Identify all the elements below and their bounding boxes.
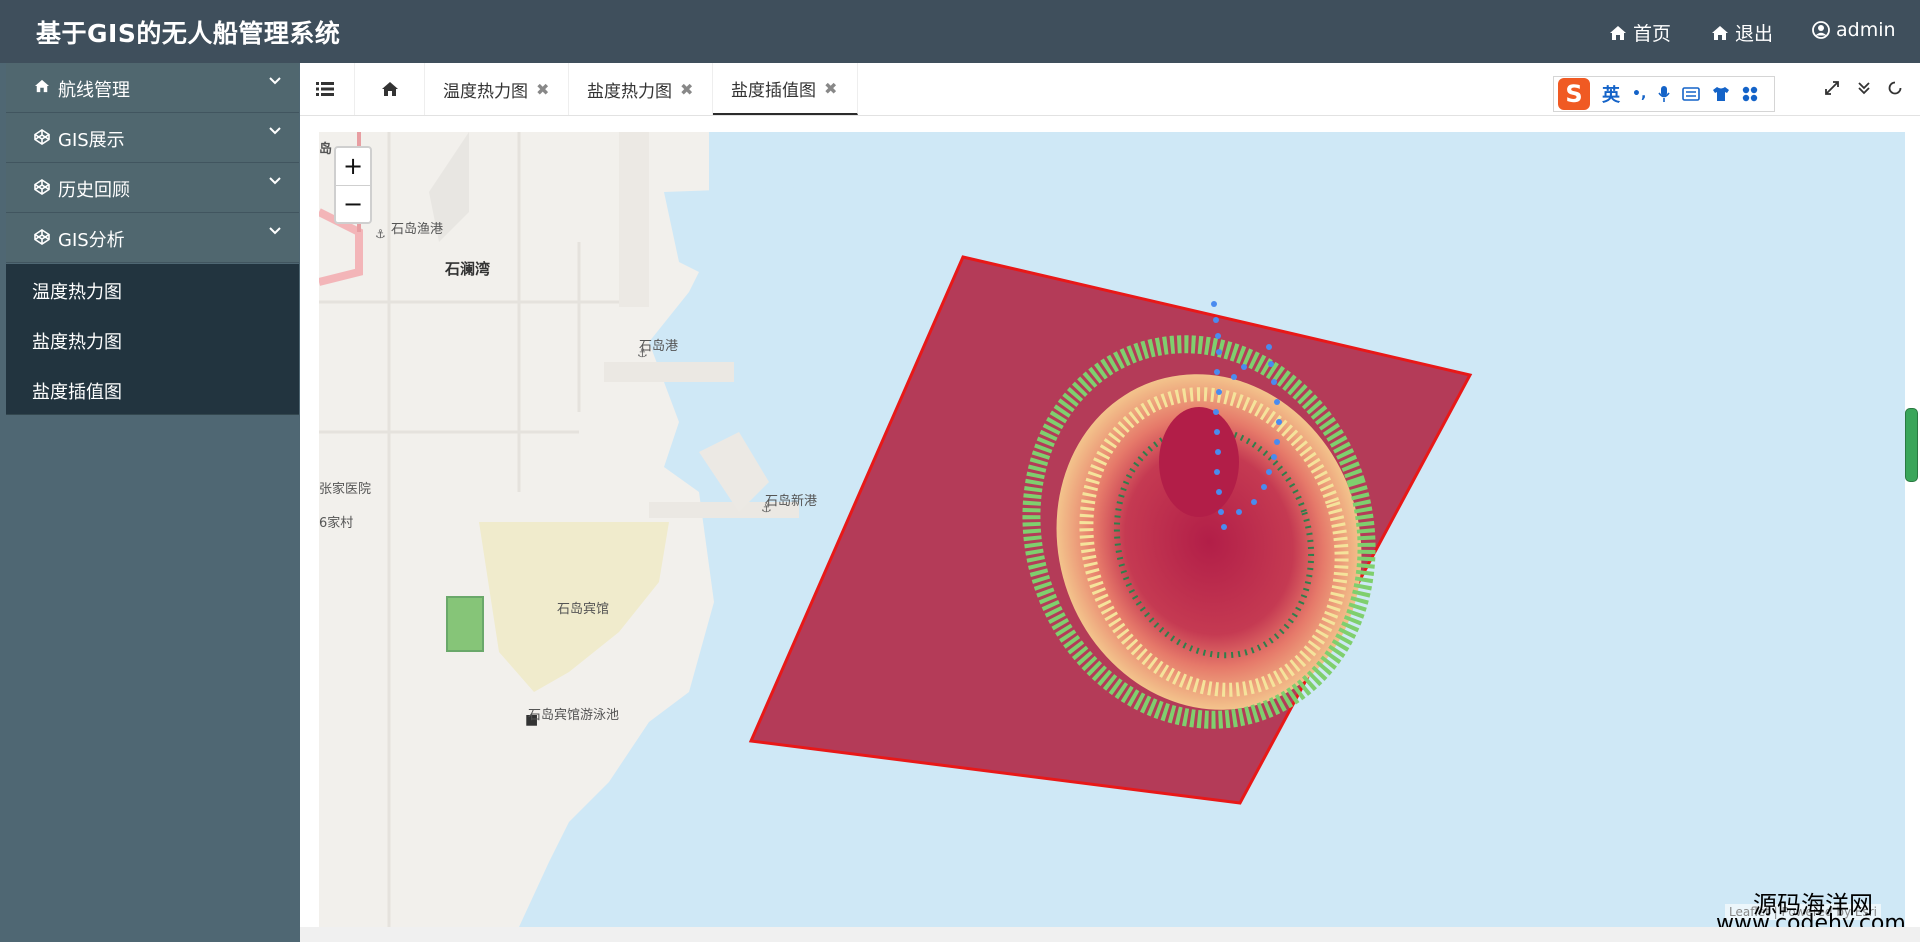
user-menu[interactable]: admin bbox=[1812, 19, 1896, 41]
interpolation-low-core bbox=[1159, 407, 1239, 517]
user-name: admin bbox=[1836, 19, 1896, 41]
submenu-item-label: 盐度热力图 bbox=[32, 332, 122, 353]
map-label: 岛 bbox=[319, 142, 333, 157]
submenu-item-salinity-interpolation[interactable]: 盐度插值图 bbox=[6, 364, 299, 415]
map-label: 6家村 bbox=[319, 516, 354, 531]
user-circle-icon bbox=[1812, 21, 1830, 39]
double-chevron-down-icon[interactable] bbox=[1856, 80, 1872, 96]
sidebar-item-label: 历史回顾 bbox=[58, 180, 130, 201]
tab-temperature-heatmap[interactable]: 温度热力图 ✖ bbox=[425, 63, 569, 115]
tab-label: 温度热力图 bbox=[443, 81, 528, 102]
map-view[interactable]: ⚓ ⚓ ⚓ ■ 石岛渔港 石澜湾 石岛港 张家医院 6家村 石岛新港 石岛宾馆 … bbox=[319, 132, 1905, 927]
zoom-control: + − bbox=[334, 146, 372, 224]
logout-link-label: 退出 bbox=[1735, 23, 1774, 45]
sidebar-item-gis-analysis[interactable]: GIS分析 bbox=[6, 213, 299, 263]
tab-home[interactable] bbox=[355, 63, 425, 115]
chevron-down-icon bbox=[269, 227, 281, 235]
tab-label: 盐度热力图 bbox=[587, 81, 672, 102]
toolbox-grid-icon[interactable] bbox=[1742, 86, 1758, 102]
menu-toggle-button[interactable] bbox=[300, 63, 355, 115]
sports-field bbox=[446, 596, 484, 652]
home-icon bbox=[1712, 25, 1728, 40]
anchor-icon: ⚓ bbox=[375, 227, 386, 241]
home-link[interactable]: 首页 bbox=[1609, 19, 1671, 46]
app-title: 基于GIS的无人船管理系统 bbox=[36, 19, 341, 48]
sidebar-item-label: GIS分析 bbox=[58, 230, 125, 251]
tab-salinity-heatmap[interactable]: 盐度热力图 ✖ bbox=[569, 63, 713, 115]
close-icon[interactable]: ✖ bbox=[680, 80, 693, 99]
submenu-item-label: 温度热力图 bbox=[32, 282, 122, 303]
home-icon bbox=[1610, 25, 1626, 40]
sidebar-item-label: 航线管理 bbox=[58, 80, 130, 101]
sidebar-item-label: GIS展示 bbox=[58, 130, 125, 151]
chevron-down-icon bbox=[269, 177, 281, 185]
sidebar-item-route-management[interactable]: 航线管理 bbox=[6, 63, 299, 113]
home-icon bbox=[381, 82, 398, 96]
map-label: 石岛宾馆 bbox=[557, 602, 610, 617]
codepen-icon bbox=[34, 229, 50, 245]
map-label: 石澜湾 bbox=[445, 260, 491, 278]
ime-toolbar: S 英 •, bbox=[1553, 76, 1775, 112]
microphone-icon[interactable] bbox=[1658, 85, 1670, 103]
codepen-icon bbox=[34, 129, 50, 145]
codepen-icon bbox=[34, 179, 50, 195]
pier bbox=[604, 362, 734, 382]
home-icon bbox=[35, 79, 49, 93]
sidebar-item-history[interactable]: 历史回顾 bbox=[6, 163, 299, 213]
map-canvas[interactable]: ⚓ ⚓ ⚓ ■ bbox=[319, 132, 1905, 927]
map-label: 石岛港 bbox=[639, 339, 679, 354]
ime-language-toggle[interactable]: 英 bbox=[1602, 81, 1620, 107]
sidebar: 航线管理 GIS展示 历史回顾 GIS分析 温度热力图 盐度热力图 盐度插值图 bbox=[0, 63, 300, 942]
close-icon[interactable]: ✖ bbox=[536, 80, 549, 99]
map-label: 石岛渔港 bbox=[391, 222, 444, 237]
keyboard-icon[interactable] bbox=[1682, 87, 1701, 101]
tab-salinity-interpolation[interactable]: 盐度插值图 ✖ bbox=[713, 63, 858, 115]
footer-strip bbox=[300, 927, 1920, 942]
map-label: 石岛宾馆游泳池 bbox=[528, 708, 620, 723]
chevron-down-icon bbox=[269, 77, 281, 85]
scrollbar-thumb[interactable] bbox=[1905, 408, 1918, 482]
hamburger-icon bbox=[316, 82, 334, 96]
chevron-down-icon bbox=[269, 127, 281, 135]
refresh-icon[interactable] bbox=[1887, 80, 1903, 96]
close-icon[interactable]: ✖ bbox=[824, 79, 837, 98]
ime-punctuation-toggle[interactable]: •, bbox=[1632, 86, 1646, 102]
zoom-in-button[interactable]: + bbox=[336, 148, 370, 186]
map-label: 石岛新港 bbox=[765, 494, 818, 509]
harbor-block bbox=[619, 132, 649, 307]
home-link-label: 首页 bbox=[1633, 23, 1672, 45]
fullscreen-icon[interactable] bbox=[1824, 80, 1840, 96]
ime-logo[interactable]: S bbox=[1558, 78, 1590, 110]
tab-label: 盐度插值图 bbox=[731, 80, 816, 101]
sidebar-item-gis-display[interactable]: GIS展示 bbox=[6, 113, 299, 163]
submenu-item-label: 盐度插值图 bbox=[32, 382, 122, 403]
top-header: 基于GIS的无人船管理系统 首页 退出 admin bbox=[0, 0, 1920, 63]
zoom-out-button[interactable]: − bbox=[336, 186, 370, 223]
submenu-item-temperature-heatmap[interactable]: 温度热力图 bbox=[6, 264, 299, 315]
submenu-item-salinity-heatmap[interactable]: 盐度热力图 bbox=[6, 314, 299, 365]
map-label: 张家医院 bbox=[319, 482, 372, 497]
skin-shirt-icon[interactable] bbox=[1712, 86, 1730, 102]
logout-link[interactable]: 退出 bbox=[1711, 19, 1773, 46]
